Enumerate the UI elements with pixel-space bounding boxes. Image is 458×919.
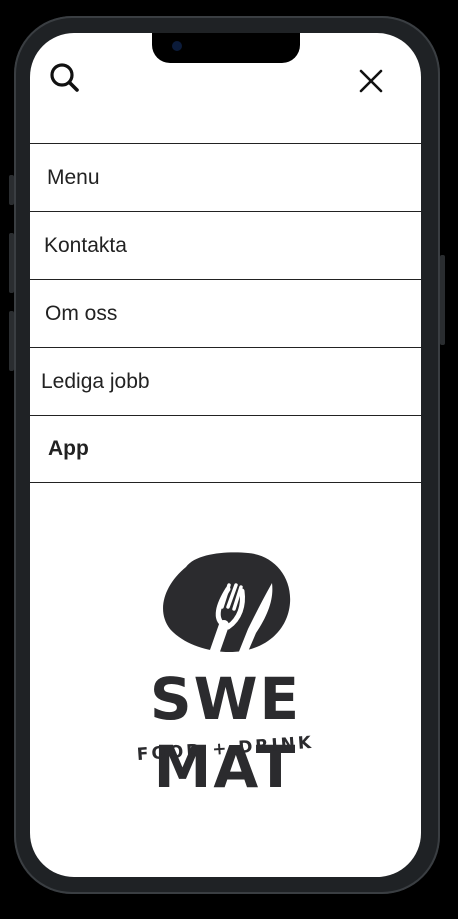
search-button[interactable]	[48, 61, 82, 95]
nav-item-kontakta[interactable]: Kontakta	[30, 211, 421, 279]
close-icon	[359, 69, 383, 93]
silent-switch	[9, 175, 14, 205]
top-bar	[30, 33, 421, 143]
search-icon	[50, 63, 79, 92]
screen: Menu Kontakta Om oss Lediga jobb App SWE…	[30, 33, 421, 877]
nav-item-label: App	[48, 437, 89, 460]
swe-mat-logo: SWE MAT FOOD + DRINK	[78, 547, 373, 801]
nav-item-lediga-jobb[interactable]: Lediga jobb	[30, 347, 421, 415]
volume-up-button	[9, 233, 14, 293]
nav-item-label: Lediga jobb	[41, 369, 150, 393]
nav-item-menu[interactable]: Menu	[30, 143, 421, 211]
nav-item-label: Menu	[47, 165, 100, 189]
volume-down-button	[9, 311, 14, 371]
nav-item-app[interactable]: App	[30, 415, 421, 483]
power-button	[440, 255, 445, 345]
nav-item-label: Kontakta	[44, 233, 127, 257]
fork-knife-icon	[163, 552, 291, 667]
nav-item-om-oss[interactable]: Om oss	[30, 279, 421, 347]
close-button[interactable]	[356, 66, 386, 96]
navigation-menu: Menu Kontakta Om oss Lediga jobb App	[30, 143, 421, 483]
nav-item-label: Om oss	[45, 301, 118, 325]
